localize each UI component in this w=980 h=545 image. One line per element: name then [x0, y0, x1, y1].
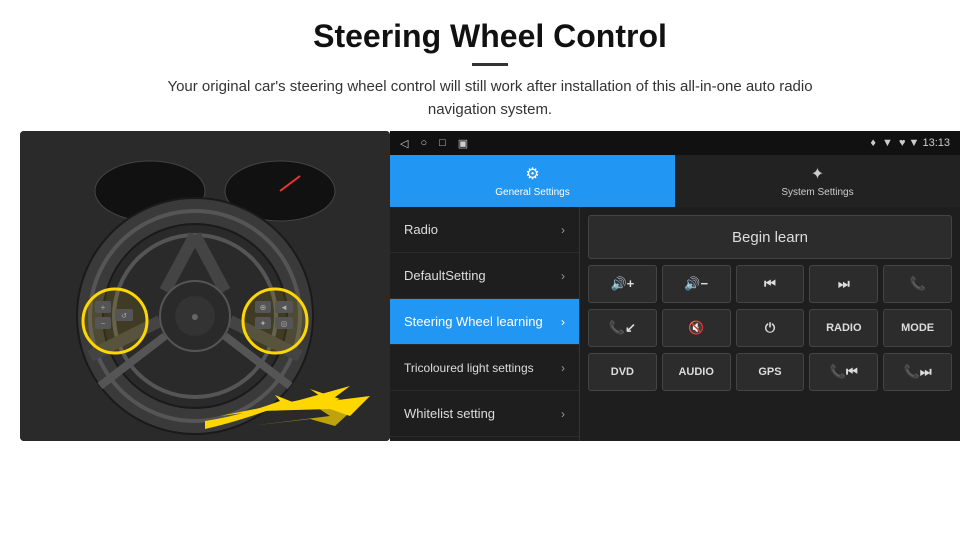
chevron-right-icon: ›	[561, 361, 565, 375]
recent-icon[interactable]: □	[439, 137, 446, 149]
phone-answer-button[interactable]: 📞	[883, 265, 952, 303]
chevron-right-icon: ›	[561, 223, 565, 237]
menu-radio-label: Radio	[404, 222, 438, 237]
control-button-grid-3: DVD AUDIO GPS 📞⏮ 📞⏭	[588, 353, 952, 391]
android-panel: ◁ ○ □ ▣ ♦ ▼ ♥ ▼ 13:13 ⚙ General Settings	[390, 131, 960, 441]
volume-down-icon: 🔊−	[684, 276, 708, 292]
svg-text:●: ●	[191, 308, 199, 324]
phone-hangup-button[interactable]: 📞↙	[588, 309, 657, 347]
next-track-icon: ⏭	[838, 276, 850, 292]
gps-button[interactable]: GPS	[736, 353, 805, 391]
volume-up-button[interactable]: 🔊+	[588, 265, 657, 303]
screenshot-icon[interactable]: ▣	[458, 137, 468, 150]
location-icon: ♦	[870, 137, 876, 149]
chevron-right-icon: ›	[561, 269, 565, 283]
audio-button[interactable]: AUDIO	[662, 353, 731, 391]
status-bar-left: ◁ ○ □ ▣	[400, 137, 468, 150]
phone-next-icon: 📞⏭	[904, 364, 932, 380]
dvd-label: DVD	[611, 366, 634, 378]
menu-whitelist-label: Whitelist setting	[404, 406, 495, 421]
control-button-grid-1: 🔊+ 🔊− ⏮ ⏭ 📞	[588, 265, 952, 303]
svg-text:✦: ✦	[260, 319, 267, 328]
audio-label: AUDIO	[678, 366, 713, 378]
next-track-button[interactable]: ⏭	[809, 265, 878, 303]
system-icon: ✦	[811, 164, 824, 184]
prev-track-icon: ⏮	[764, 276, 776, 292]
svg-text:◄: ◄	[280, 303, 288, 312]
mute-button[interactable]: 🔇	[662, 309, 731, 347]
title-divider	[472, 63, 508, 66]
status-bar-right: ♦ ▼ ♥ ▼ 13:13	[870, 137, 950, 149]
mute-icon: 🔇	[688, 320, 704, 336]
menu-default-label: DefaultSetting	[404, 268, 486, 283]
begin-learn-button[interactable]: Begin learn	[588, 215, 952, 259]
wifi-icon: ▼	[882, 137, 893, 149]
radio-button[interactable]: RADIO	[809, 309, 878, 347]
back-icon[interactable]: ◁	[400, 137, 408, 150]
tab-system-settings[interactable]: ✦ System Settings	[675, 155, 960, 207]
mode-button[interactable]: MODE	[883, 309, 952, 347]
phone-prev-button[interactable]: 📞⏮	[809, 353, 878, 391]
begin-learn-row: Begin learn	[588, 215, 952, 259]
menu-list: Radio › DefaultSetting › Steering Wheel …	[390, 207, 580, 441]
gps-label: GPS	[758, 366, 781, 378]
tab-bar: ⚙ General Settings ✦ System Settings	[390, 155, 960, 207]
status-bar: ◁ ○ □ ▣ ♦ ▼ ♥ ▼ 13:13	[390, 131, 960, 155]
power-icon: ⏻	[765, 320, 775, 336]
home-icon[interactable]: ○	[420, 137, 427, 149]
radio-label: RADIO	[826, 322, 861, 334]
power-button[interactable]: ⏻	[736, 309, 805, 347]
subtitle: Your original car's steering wheel contr…	[140, 76, 840, 121]
page-title: Steering Wheel Control	[60, 18, 920, 55]
dvd-button[interactable]: DVD	[588, 353, 657, 391]
prev-track-button[interactable]: ⏮	[736, 265, 805, 303]
steering-wheel-image: ● + − ↺ ⊕ ✦ ◄ ◎	[20, 131, 390, 441]
menu-steering-label: Steering Wheel learning	[404, 314, 543, 329]
menu-item-whitelist[interactable]: Whitelist setting ›	[390, 391, 579, 437]
volume-up-icon: 🔊+	[611, 276, 635, 292]
phone-hangup-icon: 📞↙	[609, 320, 636, 336]
time-display: ♥ ▼ 13:13	[899, 137, 950, 149]
svg-text:+: +	[101, 303, 106, 312]
menu-item-steering-wheel-learning[interactable]: Steering Wheel learning ›	[390, 299, 579, 345]
chevron-right-icon: ›	[561, 407, 565, 421]
android-main: Radio › DefaultSetting › Steering Wheel …	[390, 207, 960, 441]
menu-tricoloured-label: Tricoloured light settings	[404, 361, 534, 375]
menu-item-radio[interactable]: Radio ›	[390, 207, 579, 253]
content-area: ● + − ↺ ⊕ ✦ ◄ ◎	[0, 131, 980, 545]
tab-system-label: System Settings	[781, 187, 853, 198]
tab-general-label: General Settings	[495, 187, 570, 198]
svg-text:↺: ↺	[121, 313, 127, 320]
control-panel: Begin learn 🔊+ 🔊− ⏮	[580, 207, 960, 441]
volume-down-button[interactable]: 🔊−	[662, 265, 731, 303]
svg-text:◎: ◎	[281, 319, 288, 328]
tab-general-settings[interactable]: ⚙ General Settings	[390, 155, 675, 207]
control-button-grid-2: 📞↙ 🔇 ⏻ RADIO MODE	[588, 309, 952, 347]
phone-icon: 📞	[910, 276, 926, 292]
phone-prev-icon: 📞⏮	[830, 364, 858, 380]
svg-text:⊕: ⊕	[260, 303, 267, 312]
menu-item-default-setting[interactable]: DefaultSetting ›	[390, 253, 579, 299]
header-section: Steering Wheel Control Your original car…	[0, 0, 980, 131]
menu-item-tricoloured-light[interactable]: Tricoloured light settings ›	[390, 345, 579, 391]
chevron-right-icon: ›	[561, 315, 565, 329]
settings-gear-icon: ⚙	[525, 164, 539, 184]
svg-text:−: −	[101, 319, 106, 328]
phone-next-button[interactable]: 📞⏭	[883, 353, 952, 391]
mode-label: MODE	[901, 322, 934, 334]
